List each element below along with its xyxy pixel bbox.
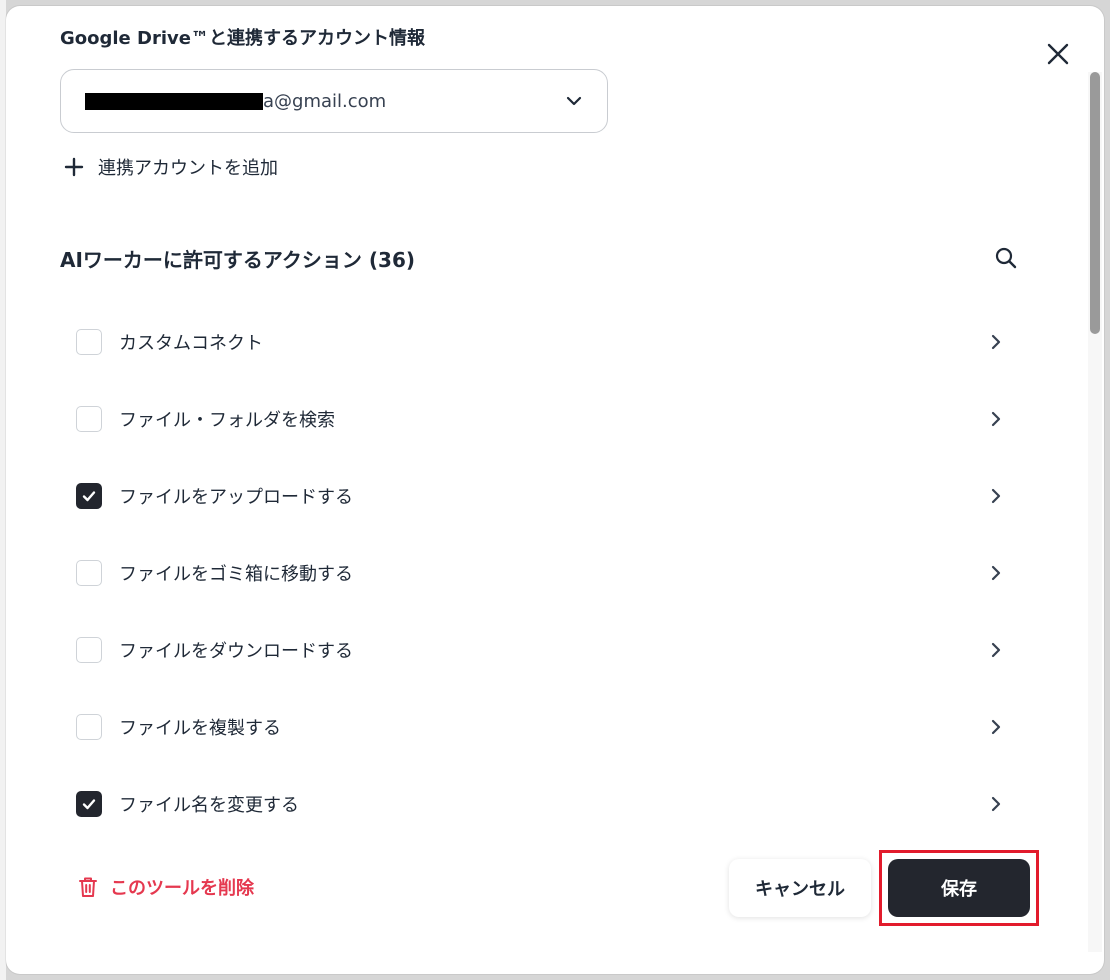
chevron-right-icon: [986, 794, 1006, 814]
check-icon: [82, 799, 96, 810]
chevron-right-icon: [986, 717, 1006, 737]
chevron-right-icon: [986, 332, 1006, 352]
chevron-right-icon: [986, 563, 1006, 583]
action-label: ファイル名を変更する: [119, 795, 299, 816]
scrollbar-thumb[interactable]: [1090, 72, 1100, 334]
actions-title: AIワーカーに許可するアクション (36): [60, 248, 415, 272]
action-label: ファイルをダウンロードする: [119, 641, 353, 662]
action-checkbox[interactable]: [76, 406, 102, 432]
action-row[interactable]: ファイル・フォルダを検索: [76, 399, 1006, 439]
action-label: ファイルをゴミ箱に移動する: [119, 564, 353, 585]
action-label: ファイルをアップロードする: [119, 487, 353, 508]
cancel-button[interactable]: キャンセル: [729, 859, 871, 917]
chevron-right-icon: [986, 409, 1006, 429]
action-row[interactable]: ファイル名を変更する: [76, 784, 1006, 824]
action-row[interactable]: ファイルをダウンロードする: [76, 630, 1006, 670]
action-checkbox[interactable]: [76, 714, 102, 740]
account-select[interactable]: a@gmail.com: [60, 69, 608, 133]
action-checkbox[interactable]: [76, 791, 102, 817]
chevron-down-icon: [566, 96, 582, 106]
action-row[interactable]: カスタムコネクト: [76, 322, 1006, 362]
action-row[interactable]: ファイルをゴミ箱に移動する: [76, 553, 1006, 593]
delete-tool-label: このツールを削除: [110, 878, 254, 899]
action-row[interactable]: ファイルをアップロードする: [76, 476, 1006, 516]
search-icon: [995, 247, 1017, 269]
action-checkbox[interactable]: [76, 483, 102, 509]
account-email: a@gmail.com: [263, 90, 387, 112]
add-account-label: 連携アカウントを追加: [98, 158, 278, 179]
account-section-title: Google Drive™と連携するアカウント情報: [60, 28, 425, 49]
save-button[interactable]: 保存: [888, 859, 1030, 917]
action-checkbox[interactable]: [76, 560, 102, 586]
add-account-button[interactable]: 連携アカウントを追加: [64, 154, 278, 180]
chevron-right-icon: [986, 640, 1006, 660]
tool-settings-modal: Google Drive™と連携するアカウント情報 a@gmail.com 連携…: [6, 6, 1104, 974]
action-checkbox[interactable]: [76, 637, 102, 663]
action-row[interactable]: ファイルを複製する: [76, 707, 1006, 747]
search-button[interactable]: [992, 244, 1020, 272]
action-label: カスタムコネクト: [119, 333, 263, 354]
action-label: ファイルを複製する: [119, 718, 281, 739]
close-icon: [1047, 43, 1069, 65]
plus-icon: [64, 157, 84, 177]
close-button[interactable]: [1042, 38, 1074, 70]
action-checkbox[interactable]: [76, 329, 102, 355]
trash-icon: [79, 877, 97, 897]
check-icon: [82, 491, 96, 502]
delete-tool-button[interactable]: このツールを削除: [78, 874, 254, 900]
chevron-right-icon: [986, 486, 1006, 506]
action-label: ファイル・フォルダを検索: [119, 410, 335, 431]
redacted-email-part: [85, 92, 263, 110]
